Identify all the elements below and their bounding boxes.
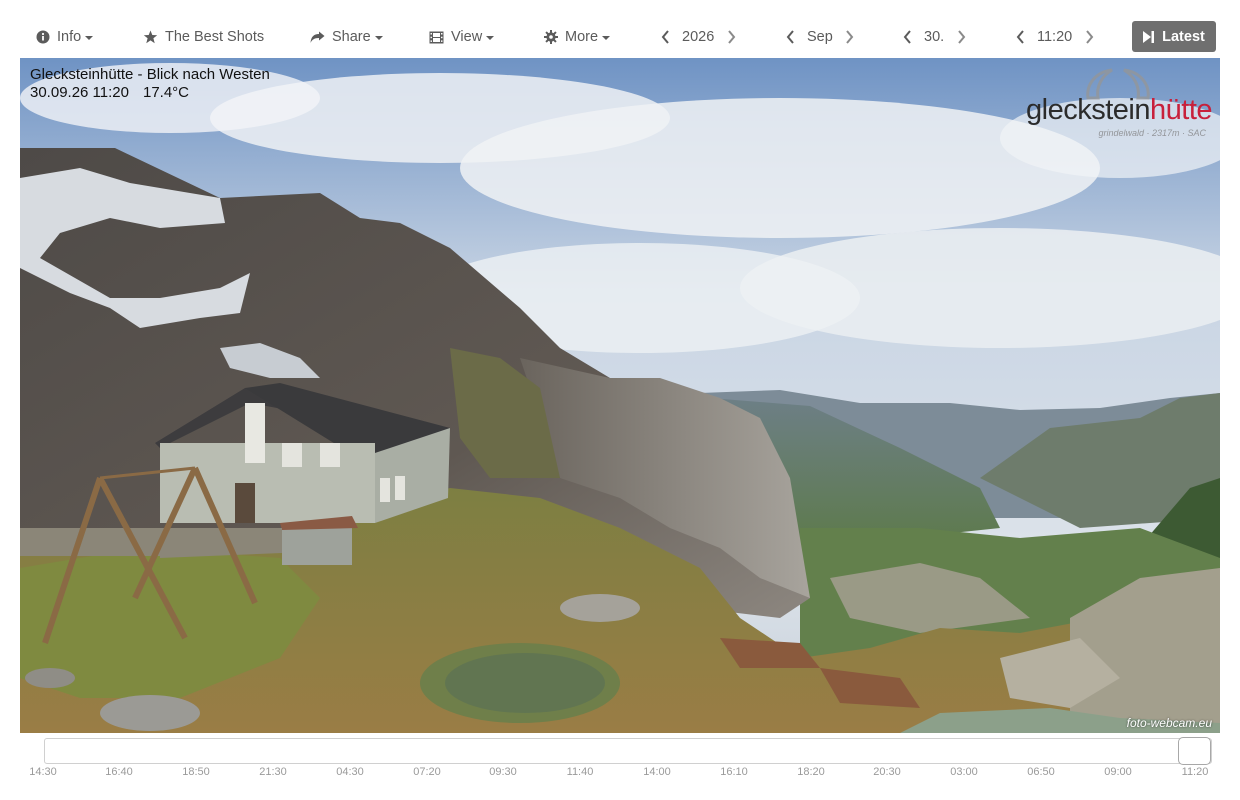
time-stepper: 11:20 <box>1011 22 1098 52</box>
timeline-tick[interactable]: 21:30 <box>259 766 287 778</box>
share-menu[interactable]: Share <box>310 22 383 52</box>
timeline-tick[interactable]: 18:20 <box>797 766 825 778</box>
glecksteinhutte-logo: glecksteinhütte grindelwald · 2317m · SA… <box>1020 68 1213 138</box>
timeline-ticks: 14:30 16:40 18:50 21:30 04:30 07:20 09:3… <box>0 766 1240 782</box>
best-shots-label: The Best Shots <box>165 29 265 45</box>
logo-main-text: gleckstein <box>1026 94 1150 126</box>
webcam-temperature: 17.4°C <box>142 84 190 101</box>
caret-down-icon <box>374 36 383 40</box>
timeline-tick[interactable]: 18:50 <box>182 766 210 778</box>
time-next-chevron-right-icon[interactable] <box>1080 22 1098 52</box>
caret-down-icon <box>602 36 611 40</box>
timeline-tick[interactable]: 20:30 <box>873 766 901 778</box>
info-menu[interactable]: Info <box>36 22 94 52</box>
mountain-landscape-photo <box>20 58 1220 733</box>
gear-icon <box>544 30 558 44</box>
more-label: More <box>565 29 599 45</box>
day-stepper: 30. <box>898 22 970 52</box>
film-icon <box>429 31 444 44</box>
year-stepper: 2026 <box>656 22 740 52</box>
view-label: View <box>451 29 483 45</box>
time-prev-chevron-left-icon[interactable] <box>1011 22 1029 52</box>
credit-watermark: foto-webcam.eu <box>1126 716 1212 730</box>
year-value[interactable]: 2026 <box>674 29 722 45</box>
webcam-image[interactable]: Glecksteinhütte - Blick nach Westen 30.0… <box>20 58 1220 733</box>
share-label: Share <box>332 29 371 45</box>
month-next-chevron-right-icon[interactable] <box>841 22 859 52</box>
timeline-tick[interactable]: 09:00 <box>1104 766 1132 778</box>
timeline-tick[interactable]: 14:30 <box>29 766 57 778</box>
webcam-title: Glecksteinhütte - Blick nach Westen <box>30 66 270 83</box>
year-next-chevron-right-icon[interactable] <box>722 22 740 52</box>
timeline-tick[interactable]: 09:30 <box>489 766 517 778</box>
timeline-tick[interactable]: 14:00 <box>643 766 671 778</box>
day-value[interactable]: 30. <box>916 29 952 45</box>
logo-accent-text: hütte <box>1150 94 1213 126</box>
info-label: Info <box>57 29 82 45</box>
more-menu[interactable]: More <box>544 22 611 52</box>
toolbar: Info The Best Shots Share View More 2026… <box>0 0 1240 58</box>
timeline-tick[interactable]: 03:00 <box>950 766 978 778</box>
webcam-datetime: 30.09.26 11:20 <box>30 84 129 101</box>
caret-down-icon <box>85 36 94 40</box>
timeline-tick[interactable]: 16:10 <box>720 766 748 778</box>
webcam-info: 30.09.26 11:20 17.4°C <box>30 84 203 102</box>
latest-label: Latest <box>1162 28 1205 45</box>
month-stepper: Sep <box>781 22 859 52</box>
day-next-chevron-right-icon[interactable] <box>952 22 970 52</box>
share-icon <box>310 31 325 44</box>
timeline-tick[interactable]: 04:30 <box>336 766 364 778</box>
view-menu[interactable]: View <box>429 22 495 52</box>
time-value[interactable]: 11:20 <box>1029 29 1080 45</box>
timeline-slider-handle[interactable] <box>1178 737 1211 765</box>
timeline-tick[interactable]: 11:40 <box>567 766 594 778</box>
skip-forward-icon <box>1143 30 1155 43</box>
timeline-tick[interactable]: 16:40 <box>105 766 133 778</box>
logo-wordmark: glecksteinhütte <box>1026 94 1212 126</box>
logo-tagline: grindelwald · 2317m · SAC <box>1098 128 1206 138</box>
info-icon <box>36 30 50 44</box>
latest-button[interactable]: Latest <box>1132 21 1216 52</box>
timeline-slider[interactable] <box>44 737 1212 765</box>
timeline-tick[interactable]: 07:20 <box>413 766 441 778</box>
day-prev-chevron-left-icon[interactable] <box>898 22 916 52</box>
month-value[interactable]: Sep <box>799 29 841 45</box>
star-icon <box>143 30 158 44</box>
best-shots-link[interactable]: The Best Shots <box>143 22 264 52</box>
caret-down-icon <box>486 36 495 40</box>
timeline-tick[interactable]: 11:20 <box>1182 766 1209 778</box>
month-prev-chevron-left-icon[interactable] <box>781 22 799 52</box>
year-prev-chevron-left-icon[interactable] <box>656 22 674 52</box>
timeline-tick[interactable]: 06:50 <box>1027 766 1055 778</box>
